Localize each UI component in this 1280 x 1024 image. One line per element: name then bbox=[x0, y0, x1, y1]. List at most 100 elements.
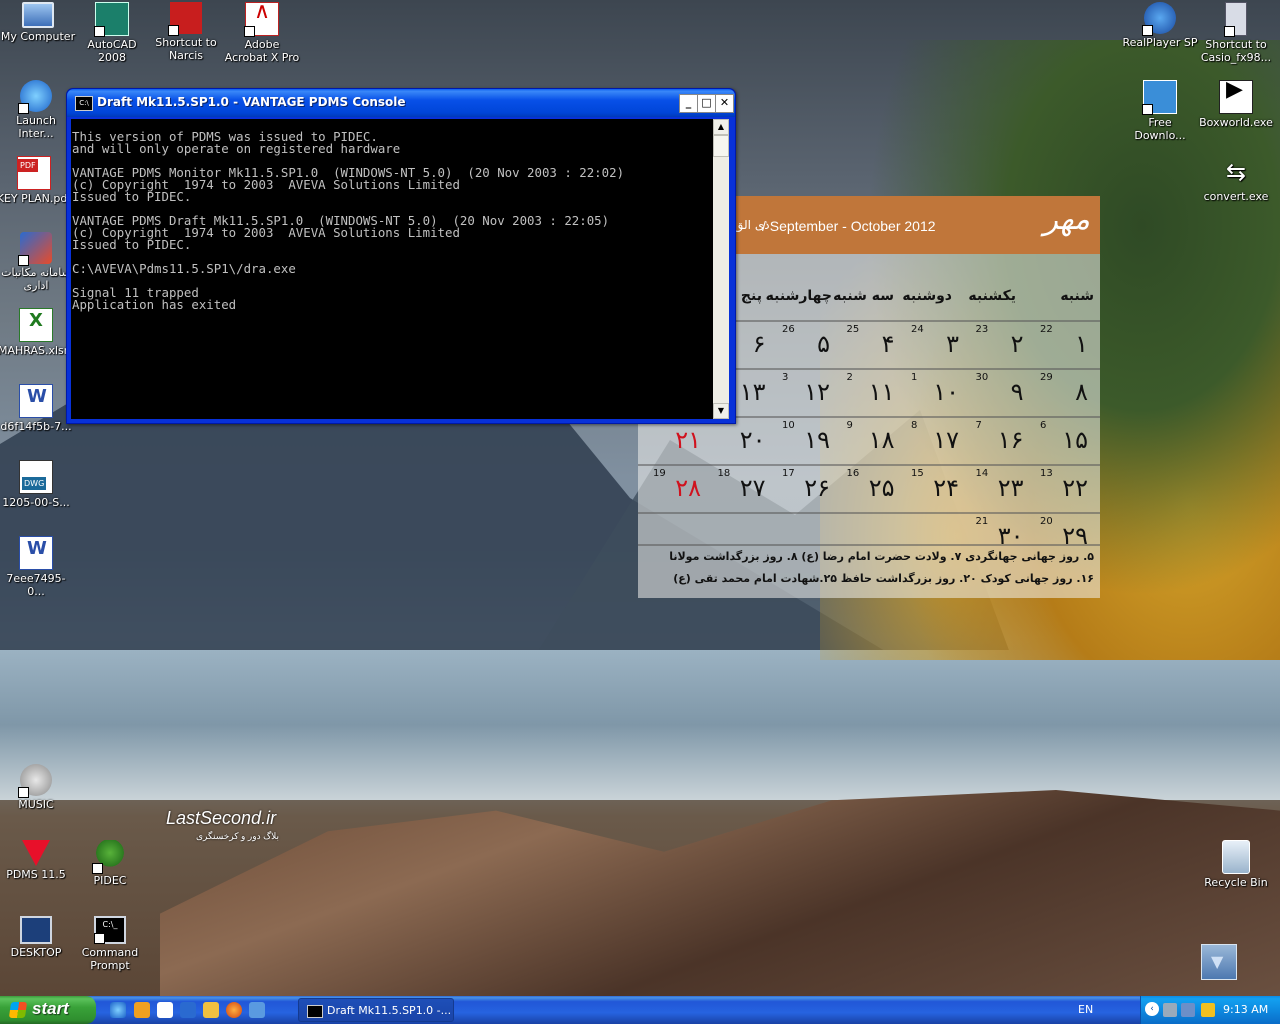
network-icon[interactable] bbox=[1163, 1003, 1177, 1017]
wallpaper-rocks bbox=[160, 790, 1280, 996]
desktop-icon-command-prompt[interactable]: C:\_ Command Prompt bbox=[72, 916, 148, 972]
my-computer-icon bbox=[22, 2, 54, 28]
desktop-icon-my-computer[interactable]: My Computer bbox=[0, 2, 76, 43]
start-button[interactable]: start bbox=[0, 996, 96, 1024]
desktop-icon-dwg[interactable]: 1205-00-S... bbox=[0, 460, 74, 509]
window-title: Draft Mk11.5.SP1.0 - VANTAGE PDMS Consol… bbox=[97, 95, 406, 109]
calendar-event-line: ۱۶. روز جهانی کودک ۲۰. روز بزرگداشت حافظ… bbox=[673, 572, 1094, 585]
calendar-gregorian-day: 16 bbox=[846, 468, 860, 479]
calendar-day: 14 ۲۳ bbox=[972, 466, 1036, 512]
weekday-label: چهارشنبه bbox=[765, 288, 832, 304]
scroll-up-button[interactable]: ▲ bbox=[713, 119, 729, 135]
calendar-day: 22 ۱ bbox=[1036, 322, 1100, 368]
desktop-icon-autocad[interactable]: AutoCAD 2008 bbox=[74, 2, 150, 64]
desktop-icon-internet-explorer[interactable]: Launch Inter... bbox=[0, 80, 74, 140]
calendar-day-number: ۲۳ bbox=[997, 474, 1024, 502]
desktop-icon-doc-7eee7495[interactable]: 7eee7495-0... bbox=[0, 536, 74, 598]
console-text: This version of PDMS was issued to PIDEC… bbox=[72, 129, 625, 312]
clock[interactable]: 9:13 AM bbox=[1223, 1003, 1268, 1016]
calendar-day: 1 ۱۰ bbox=[907, 370, 971, 416]
casio-icon bbox=[1224, 2, 1247, 37]
calendar-gregorian-day: 7 bbox=[975, 420, 982, 431]
calendar-gregorian-day: 29 bbox=[1040, 372, 1053, 383]
calendar-gregorian-day: 26 bbox=[782, 324, 795, 335]
close-button[interactable]: ✕ bbox=[715, 94, 734, 113]
display-icon[interactable] bbox=[1181, 1003, 1195, 1017]
weekday-label: شنبه bbox=[1060, 288, 1094, 304]
quicklaunch-media-player-icon[interactable] bbox=[180, 1002, 196, 1018]
scroll-thumb[interactable] bbox=[713, 135, 729, 157]
desktop-icon-music[interactable]: MUSIC bbox=[0, 764, 74, 811]
acrobat-icon bbox=[244, 2, 279, 37]
tray-expand-icon[interactable]: ‹ bbox=[1145, 1002, 1159, 1016]
quicklaunch-folder-icon[interactable] bbox=[203, 1002, 219, 1018]
desktop-icon-narcis[interactable]: Shortcut to Narcis bbox=[148, 2, 224, 62]
calendar-day: 18 ۲۷ bbox=[714, 466, 778, 512]
desktop-icon-boxworld[interactable]: Boxworld.exe bbox=[1198, 80, 1274, 129]
calendar-gregorian-day: 15 bbox=[911, 468, 924, 479]
quicklaunch-firefox-icon[interactable] bbox=[226, 1002, 242, 1018]
desktop-icon-label: Free Downlo... bbox=[1134, 116, 1186, 142]
console-window[interactable]: C:\ Draft Mk11.5.SP1.0 - VANTAGE PDMS Co… bbox=[66, 88, 736, 424]
desktop-icon-casio[interactable]: Shortcut to Casio_fx98... bbox=[1198, 2, 1274, 64]
desktop-icon-free-download[interactable]: Free Downlo... bbox=[1122, 80, 1198, 142]
calendar-day: 8 ۱۷ bbox=[907, 418, 971, 464]
calendar-month-name: مهر bbox=[1043, 202, 1090, 237]
language-indicator[interactable]: EN bbox=[1078, 1003, 1093, 1016]
desktop-icon-label: d6f14f5b-7... bbox=[0, 420, 72, 433]
scroll-down-button[interactable]: ▼ bbox=[713, 403, 729, 419]
pidec-icon bbox=[92, 840, 126, 874]
calendar-day-number: ۱۰ bbox=[933, 378, 959, 406]
window-titlebar[interactable]: C:\ Draft Mk11.5.SP1.0 - VANTAGE PDMS Co… bbox=[67, 89, 735, 117]
quicklaunch-show-desktop-icon[interactable] bbox=[249, 1002, 265, 1018]
desktop-icon-realplayer[interactable]: RealPlayer SP bbox=[1122, 2, 1198, 49]
security-shield-icon[interactable] bbox=[1201, 1003, 1215, 1017]
word-file-icon bbox=[19, 536, 53, 570]
taskbar-window-label: Draft Mk11.5.SP1.0 -... bbox=[327, 1004, 452, 1017]
desktop-icon-label: Command Prompt bbox=[81, 946, 139, 972]
calendar-day: 26 ۵ bbox=[778, 322, 842, 368]
desktop-icon-doc-d6f14f5b[interactable]: d6f14f5b-7... bbox=[0, 384, 74, 433]
free-download-icon bbox=[1142, 80, 1177, 115]
desktop-icon-label: DESKTOP bbox=[10, 946, 62, 959]
calendar-gregorian-day: 21 bbox=[975, 516, 989, 527]
minimize-button[interactable]: _ bbox=[679, 94, 698, 113]
vertical-scrollbar[interactable]: ▲ ▼ bbox=[713, 119, 729, 419]
calendar-gregorian-day: 30 bbox=[975, 372, 989, 383]
calendar-day-number: ۴ bbox=[881, 330, 895, 358]
desktop-icon-convert[interactable]: ⇆ convert.exe bbox=[1198, 156, 1274, 203]
quicklaunch-ie-icon[interactable] bbox=[110, 1002, 126, 1018]
desktop-icon-pidec[interactable]: PIDEC bbox=[72, 840, 148, 887]
calendar-day: 23 ۲ bbox=[972, 322, 1036, 368]
desktop-icon-label: My Computer bbox=[0, 30, 76, 43]
taskbar-window-button[interactable]: Draft Mk11.5.SP1.0 -... bbox=[298, 998, 454, 1022]
calendar-day: 3 ۱۲ bbox=[778, 370, 842, 416]
calendar-day-number: ۲۰ bbox=[739, 426, 766, 454]
maximize-button[interactable]: □ bbox=[697, 94, 716, 113]
desktop-icon-label: Shortcut to Casio_fx98... bbox=[1200, 38, 1272, 64]
calendar-week-row: 13 ۲۲ 14 ۲۳ 15 ۲۴ 16 ۲۵ 17 ۲۶ 18 ۲۷ 19 ۲۸ bbox=[638, 464, 1100, 514]
calendar-day: 17 ۲۶ bbox=[778, 466, 842, 512]
desktop-icon-acrobat[interactable]: Adobe Acrobat X Pro bbox=[224, 2, 300, 64]
calendar-gregorian-day: 14 bbox=[975, 468, 989, 479]
desktop-icon-mahras[interactable]: MAHRAS.xlsm bbox=[0, 308, 75, 357]
quicklaunch-messenger-icon[interactable] bbox=[134, 1002, 150, 1018]
console-output[interactable]: This version of PDMS was issued to PIDEC… bbox=[71, 119, 713, 419]
calendar-day-number: ۱۸ bbox=[868, 426, 895, 454]
desktop-icon-pdms[interactable]: PDMS 11.5 bbox=[0, 840, 74, 881]
desktop-icon-desktop-folder[interactable]: DESKTOP bbox=[0, 916, 74, 959]
pdms-icon bbox=[22, 840, 50, 866]
calendar-day-number: ۱ bbox=[1075, 330, 1088, 358]
weekday-label: یکشنبه bbox=[968, 288, 1016, 304]
calendar-gregorian-day: 25 bbox=[846, 324, 860, 335]
weekday-label: دوشنبه bbox=[902, 288, 952, 304]
calendar-gregorian-day: 13 bbox=[1040, 468, 1053, 479]
dwg-file-icon bbox=[19, 460, 53, 494]
desktop-icon-correspondence[interactable]: سامانه مكاتبات اداری bbox=[0, 232, 74, 292]
download-arrow-widget[interactable] bbox=[1201, 944, 1237, 980]
desktop-icon-recycle-bin[interactable]: Recycle Bin bbox=[1198, 840, 1274, 889]
desktop-icon-key-plan[interactable]: KEY PLAN.pdf bbox=[0, 156, 72, 205]
quicklaunch-desktop-icon[interactable] bbox=[157, 1002, 173, 1018]
calendar-day-number: ۸ bbox=[1075, 378, 1088, 406]
watermark: LastSecond.ir بلاگ دور و كرخسنگری bbox=[166, 808, 279, 842]
